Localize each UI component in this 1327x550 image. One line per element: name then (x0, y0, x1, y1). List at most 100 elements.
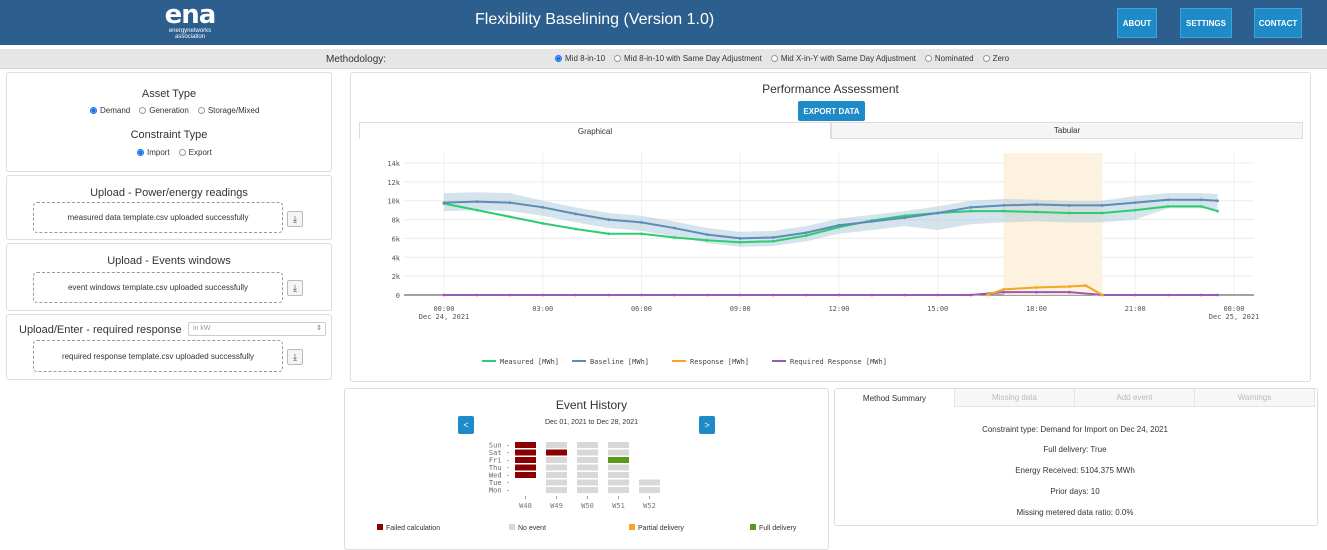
data-point (969, 205, 973, 209)
legend-swatch (377, 524, 383, 530)
upload-events-panel: Upload - Events windows event windows te… (6, 243, 332, 311)
methodology-radio-mid-8-in-10[interactable]: Mid 8-in-10 (555, 54, 605, 63)
methodology-radio-nominated[interactable]: Nominated (924, 54, 974, 63)
method-summary-panel (834, 388, 1318, 526)
radio-label: Zero (992, 54, 1010, 63)
data-point (1084, 284, 1088, 287)
methodology-radio-mid-8-in-10-with-same-day-adjustment[interactable]: Mid 8-in-10 with Same Day Adjustment (614, 54, 762, 63)
week-label: W50 (581, 502, 594, 510)
week-label: W51 (612, 502, 625, 510)
heatmap-cell (608, 487, 629, 493)
summary-line: Constraint type: Demand for Import on De… (982, 425, 1168, 434)
constraint-type-radio-export[interactable]: Export (178, 148, 212, 157)
radio-button-icon[interactable] (178, 149, 186, 156)
app-header: ena energynetworks association Flexibili… (0, 0, 1327, 45)
data-point (738, 237, 742, 240)
upload-events-dropzone[interactable]: event windows template.csv uploaded succ… (33, 272, 283, 303)
heatmap-cell (577, 479, 598, 486)
data-point (1035, 290, 1038, 294)
data-point (508, 201, 512, 204)
x-tick-label: Dec 25, 2021 (1209, 313, 1260, 321)
legend-label: Baseline [MWh] (590, 358, 649, 366)
download-icon[interactable]: ⤓ (287, 211, 303, 227)
download-icon[interactable]: ⤓ (287, 349, 303, 365)
radio-button-icon[interactable] (982, 55, 990, 62)
heatmap-cell (608, 479, 629, 486)
y-tick-label: 0 (396, 292, 400, 300)
day-label: Mon - (489, 487, 510, 495)
data-point (475, 293, 479, 297)
heatmap-cell (608, 449, 629, 456)
heatmap-cell (577, 449, 598, 456)
data-point (442, 293, 446, 297)
radio-button-icon[interactable] (139, 107, 147, 114)
upload-events-title: Upload - Events windows (107, 255, 231, 267)
week-label: W52 (643, 502, 656, 510)
x-tick-label: Dec 24, 2021 (419, 313, 470, 321)
asset-type-radio-storage-mixed[interactable]: Storage/Mixed (197, 106, 259, 115)
contact-button[interactable]: CONTACT (1254, 8, 1302, 38)
summary-line: Energy Received: 5104.375 MWh (1015, 466, 1135, 475)
radio-button-icon[interactable] (90, 107, 97, 114)
legend-label: Response [MWh] (690, 358, 749, 366)
data-point (1133, 293, 1137, 297)
export-data-button[interactable]: EXPORT DATA (798, 101, 865, 121)
asset-type-radio-generation[interactable]: Generation (139, 106, 189, 115)
upload-response-dropzone[interactable]: required response template.csv uploaded … (33, 340, 283, 372)
tab-missing-data[interactable]: Missing data (955, 389, 1075, 407)
data-point (508, 293, 512, 297)
tab-graphical[interactable]: Graphical (359, 122, 831, 139)
settings-button[interactable]: SETTINGS (1180, 8, 1232, 38)
prev-week-button[interactable]: < (458, 416, 474, 434)
tab-method-summary[interactable]: Method Summary (835, 389, 955, 407)
required-response-input[interactable]: in kW ⇕ (188, 322, 326, 336)
radio-label: Generation (149, 106, 189, 115)
data-point (804, 234, 808, 237)
radio-button-icon[interactable] (197, 107, 205, 114)
download-icon[interactable]: ⤓ (287, 280, 303, 296)
upload-response-panel: Upload/Enter - required response in kW ⇕ … (6, 314, 332, 380)
constraint-type-radio-group: Import Export (137, 148, 221, 157)
radio-button-icon[interactable] (770, 55, 778, 62)
tab-warnings[interactable]: Warnings (1195, 389, 1315, 407)
radio-label: Nominated (934, 54, 974, 63)
x-tick-label: 12:00 (828, 305, 849, 313)
methodology-radio-zero[interactable]: Zero (982, 54, 1010, 63)
next-week-button[interactable]: > (699, 416, 715, 434)
radio-button-icon[interactable] (924, 55, 932, 62)
tab-tabular[interactable]: Tabular (831, 122, 1303, 139)
required-response-placeholder: in kW (193, 325, 211, 332)
data-point (771, 236, 775, 239)
radio-button-icon[interactable] (555, 55, 562, 62)
data-point (1199, 293, 1203, 297)
asset-type-radio-demand[interactable]: Demand (90, 106, 130, 115)
data-point (705, 293, 709, 297)
performance-chart: 14k12k10k8k6k4k2k000:00Dec 24, 202103:00… (387, 153, 1260, 366)
asset-type-radio-group: Demand Generation Storage/Mixed (90, 106, 268, 115)
data-point (705, 233, 709, 237)
data-point (574, 227, 578, 231)
radio-button-icon[interactable] (614, 55, 622, 62)
heatmap-cell (608, 442, 629, 448)
stepper-icon[interactable]: ⇕ (316, 324, 322, 332)
data-point (640, 293, 643, 297)
heatmap-cell (515, 464, 536, 471)
upload-response-status: required response template.csv uploaded … (61, 351, 255, 361)
data-point (936, 293, 940, 297)
data-point (442, 201, 446, 204)
data-point (1133, 208, 1137, 212)
data-point (607, 218, 610, 221)
ena-logo[interactable]: ena energynetworks association (160, 2, 220, 42)
constraint-type-radio-import[interactable]: Import (137, 148, 170, 157)
data-point (1002, 290, 1005, 294)
about-button[interactable]: ABOUT (1117, 8, 1157, 38)
radio-label: Export (188, 148, 212, 157)
upload-power-dropzone[interactable]: measured data template.csv uploaded succ… (33, 202, 283, 233)
data-point (870, 220, 874, 223)
tab-add-event[interactable]: Add event (1075, 389, 1195, 407)
performance-title: Performance Assessment (762, 82, 899, 96)
heatmap-cell (577, 457, 598, 463)
radio-button-icon[interactable] (137, 149, 144, 156)
heatmap-cell (608, 464, 629, 471)
methodology-radio-mid-x-in-y-with-same-day-adjustment[interactable]: Mid X-in-Y with Same Day Adjustment (770, 54, 916, 63)
